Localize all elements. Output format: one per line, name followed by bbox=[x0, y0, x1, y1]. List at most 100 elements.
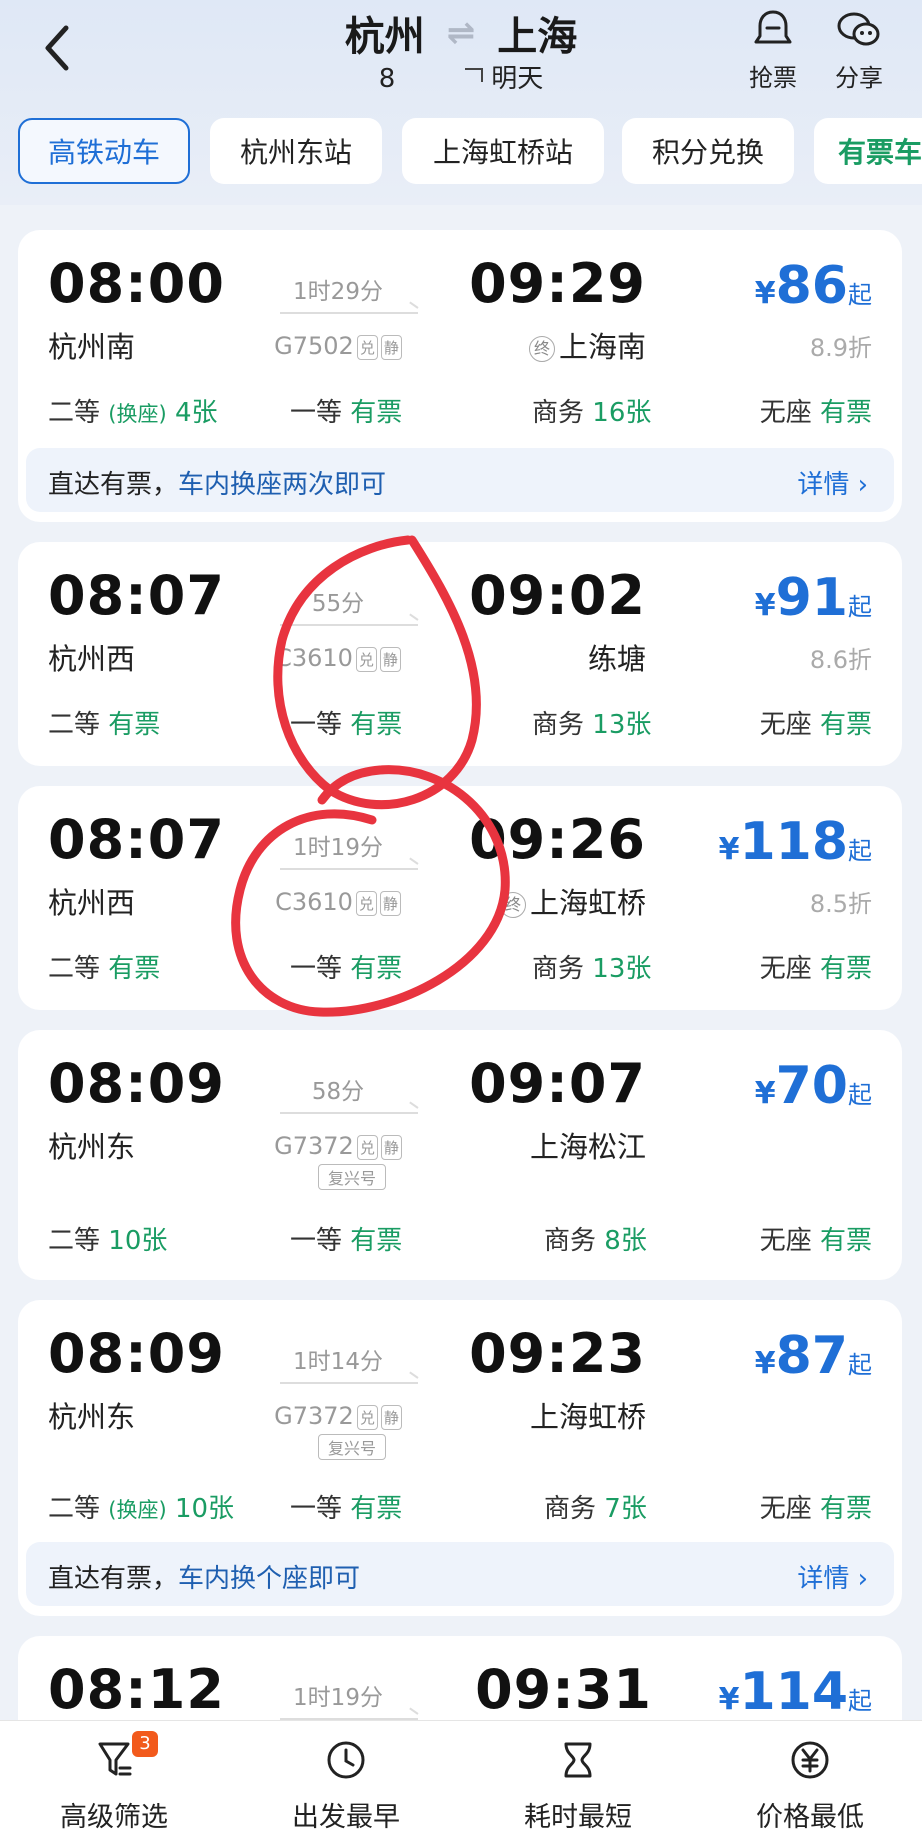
duration-arrow bbox=[280, 624, 418, 626]
arrival-station-text: 上海虹桥 bbox=[529, 886, 646, 920]
tip-text: 直达有票，车内换座两次即可 bbox=[48, 464, 386, 501]
train-card[interactable]: 08:07 杭州西 1时19分 C3610 兑静 09:26 终上海虹桥 ¥118… bbox=[18, 786, 902, 1010]
seat-swap-note: (换座) bbox=[108, 1498, 167, 1522]
yen-symbol: ¥ bbox=[718, 1682, 740, 1717]
seat-class: 一等 bbox=[290, 954, 343, 984]
seat-second-class: 二等 有票 bbox=[48, 704, 160, 741]
seat-availability: 有票 bbox=[350, 710, 403, 740]
price-value: 86 bbox=[775, 256, 848, 316]
arrival-station: 终上海南 bbox=[528, 324, 646, 366]
price-suffix: 起 bbox=[848, 1687, 872, 1715]
price: ¥87起 bbox=[755, 1326, 872, 1386]
discount: 8.6折 bbox=[809, 646, 872, 674]
seat-class: 无座 bbox=[759, 1494, 812, 1524]
arrival-time: 09:02 bbox=[469, 564, 646, 627]
seat-availability: 13张 bbox=[592, 710, 652, 740]
seat-class: 商务 bbox=[532, 954, 585, 984]
departure-station: 杭州东 bbox=[48, 1400, 136, 1434]
tip-detail-link[interactable]: 详情 › bbox=[797, 1558, 868, 1595]
swap-icon[interactable]: ⇌ bbox=[447, 13, 476, 53]
seat-class: 二等 bbox=[48, 710, 101, 740]
tip-detail-link[interactable]: 详情 › bbox=[797, 464, 868, 501]
shortest-duration-button[interactable]: 耗时最短 bbox=[478, 1731, 678, 1834]
seat-class: 一等 bbox=[290, 1494, 343, 1524]
tab-hangzhou-east[interactable]: 杭州东站 bbox=[210, 118, 382, 184]
tab-high-speed[interactable]: 高铁动车 bbox=[18, 118, 190, 184]
seat-swap-note: (换座) bbox=[108, 402, 167, 426]
price: ¥91起 bbox=[755, 568, 872, 628]
seat-first-class: 一等 有票 bbox=[290, 948, 402, 985]
share-button[interactable]: 分享 bbox=[814, 4, 904, 93]
seat-availability: 10张 bbox=[174, 1494, 235, 1524]
seat-availability: 有票 bbox=[819, 1494, 872, 1524]
advanced-filter-button[interactable]: 3 高级筛选 bbox=[14, 1731, 214, 1834]
train-card[interactable]: 08:00 杭州南 1时29分 G7502 兑静 09:29 终上海南 ¥86起 … bbox=[18, 230, 902, 522]
seat-availability: 有票 bbox=[819, 710, 872, 740]
filter-count-badge: 3 bbox=[132, 1731, 158, 1757]
yen-symbol: ¥ bbox=[754, 276, 776, 311]
tag-quiet: 静 bbox=[379, 890, 401, 916]
from-city: 杭州 bbox=[344, 14, 425, 60]
tag-exchange: 兑 bbox=[355, 646, 377, 672]
train-number-text: C3610 bbox=[275, 888, 353, 916]
price: ¥86起 bbox=[755, 256, 872, 316]
arrival-time: 09:23 bbox=[469, 1322, 646, 1385]
seat-class: 商务 bbox=[544, 1494, 597, 1524]
arrival-station-text: 上海南 bbox=[558, 330, 646, 364]
date-month: 8 bbox=[378, 64, 396, 94]
seat-availability: 有票 bbox=[819, 1226, 872, 1256]
price: ¥70起 bbox=[755, 1056, 872, 1116]
duration: 55分 bbox=[311, 591, 365, 617]
departure-station: 杭州西 bbox=[48, 642, 136, 676]
lowest-price-button[interactable]: 价格最低 bbox=[710, 1731, 910, 1834]
arrival-time: 09:07 bbox=[469, 1052, 646, 1115]
date-redaction bbox=[465, 68, 484, 82]
train-number-text: G7372 bbox=[274, 1402, 354, 1430]
tag-exchange: 兑 bbox=[356, 334, 378, 360]
seat-first-class: 一等 有票 bbox=[290, 704, 402, 741]
fuxing-badge: 复兴号 bbox=[318, 1164, 386, 1190]
tab-points-exchange[interactable]: 积分兑换 bbox=[622, 118, 794, 184]
bottom-sort-bar: 3 高级筛选 出发最早 耗时最短 价格最低 bbox=[0, 1720, 922, 1836]
price-suffix: 起 bbox=[848, 1351, 872, 1379]
lowest-price-label: 价格最低 bbox=[756, 1802, 864, 1833]
shortest-duration-label: 耗时最短 bbox=[524, 1802, 632, 1833]
filter-icon: 3 bbox=[14, 1731, 214, 1789]
seat-availability: 有票 bbox=[350, 1494, 403, 1524]
duration-arrow bbox=[280, 1382, 418, 1384]
train-card[interactable]: 08:07 杭州西 55分 C3610 兑静 09:02 练塘 ¥91起 8.6折… bbox=[18, 542, 902, 766]
seat-business: 商务 7张 bbox=[544, 1488, 647, 1525]
arrival-station: 终上海虹桥 bbox=[499, 880, 646, 922]
train-number: C3610 兑静 bbox=[258, 888, 418, 916]
train-card[interactable]: 08:09 杭州东 1时14分 G7372 兑静 复兴号 09:23 上海虹桥 ¥… bbox=[18, 1300, 902, 1616]
seat-availability: 16张 bbox=[592, 398, 652, 428]
to-city: 上海 bbox=[497, 14, 578, 60]
discount: 8.9折 bbox=[809, 334, 872, 362]
tag-exchange: 兑 bbox=[356, 1134, 378, 1160]
wechat-share-icon bbox=[814, 4, 904, 56]
date-label: 明天 bbox=[491, 64, 544, 94]
tab-shanghai-hongqiao[interactable]: 上海虹桥站 bbox=[402, 118, 604, 184]
grab-ticket-button[interactable]: 抢票 bbox=[728, 4, 818, 93]
train-card[interactable]: 08:09 杭州东 58分 G7372 兑静 复兴号 09:07 上海松江 ¥70… bbox=[18, 1030, 902, 1280]
seat-second-class: 二等 10张 bbox=[48, 1220, 167, 1257]
seat-availability: 7张 bbox=[604, 1494, 647, 1524]
seat-availability: 有票 bbox=[108, 710, 161, 740]
seat-class: 二等 bbox=[48, 1226, 101, 1256]
seat-class: 无座 bbox=[759, 954, 812, 984]
terminal-badge: 终 bbox=[499, 892, 526, 918]
seat-standing: 无座 有票 bbox=[760, 1220, 872, 1257]
direct-ticket-tip[interactable]: 直达有票，车内换座两次即可 详情 › bbox=[26, 448, 894, 512]
yen-symbol: ¥ bbox=[718, 832, 740, 867]
seat-second-class: 二等 (换座) 4张 bbox=[48, 392, 217, 429]
tab-has-tickets[interactable]: 有票车 bbox=[814, 118, 922, 184]
seat-availability: 有票 bbox=[350, 398, 403, 428]
yen-circle-icon bbox=[710, 1731, 910, 1789]
seat-class: 二等 bbox=[48, 954, 101, 984]
direct-ticket-tip[interactable]: 直达有票，车内换个座即可 详情 › bbox=[26, 1542, 894, 1606]
ticket-bell-icon bbox=[728, 4, 818, 56]
train-number: G7372 兑静 bbox=[258, 1132, 418, 1160]
seat-class: 无座 bbox=[759, 398, 812, 428]
earliest-departure-button[interactable]: 出发最早 bbox=[246, 1731, 446, 1834]
seat-class: 无座 bbox=[759, 710, 812, 740]
